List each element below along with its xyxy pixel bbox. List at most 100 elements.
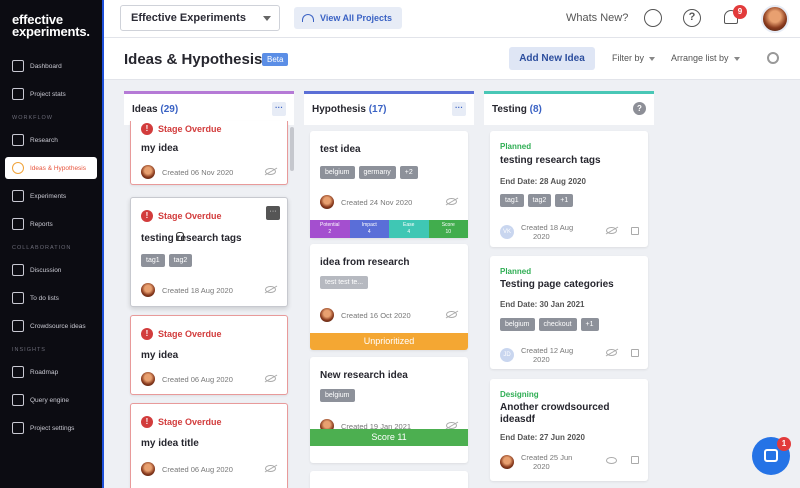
avatar (141, 165, 155, 179)
sidebar-item-ideas-hypothesis[interactable]: Ideas & Hypothesis (5, 157, 97, 179)
created-text: Created 18 Aug 2020 (162, 285, 233, 295)
section-insights: INSIGHTS (12, 347, 46, 353)
chat-icon (764, 449, 778, 462)
sidebar-item-label: Project settings (30, 424, 75, 432)
sidebar-item-roadmap[interactable]: Roadmap (0, 358, 102, 386)
created-text: Created 16 Oct 2020 (341, 310, 411, 320)
crowdsource-icon (12, 320, 24, 332)
sidebar-item-crowdsource[interactable]: Crowdsource ideas (0, 312, 102, 340)
brand-logo[interactable]: effective experiments. (0, 0, 102, 38)
warning-icon: ! (141, 210, 153, 222)
lock-icon[interactable] (631, 227, 639, 235)
caret-down-icon (649, 56, 656, 61)
hypothesis-card[interactable]: New research idea belgium Created 19 Jan… (310, 357, 468, 463)
hypothesis-card[interactable]: idea from research test test te... Creat… (310, 244, 468, 350)
tag-list: tag1 tag2 +1 (500, 194, 574, 207)
avatar (500, 455, 514, 469)
filter-by-dropdown[interactable]: Filter by (612, 53, 656, 63)
sidebar-item-query-engine[interactable]: Query engine (0, 386, 102, 414)
gear-icon[interactable] (767, 52, 779, 64)
score-bar: Score 11 (310, 429, 468, 446)
lock-icon[interactable] (631, 456, 639, 464)
add-new-idea-button[interactable]: Add New Idea (509, 47, 595, 70)
eye-slash-icon[interactable] (606, 227, 617, 234)
user-avatar[interactable] (761, 5, 789, 33)
created-text: Created 06 Aug 2020 (162, 374, 233, 384)
eye-slash-icon[interactable] (446, 422, 457, 429)
eye-slash-icon[interactable] (265, 375, 276, 382)
sidebar-item-experiments[interactable]: Experiments (0, 182, 102, 210)
idea-card[interactable]: ! Stage Overdue ··· testing research tags… (130, 197, 288, 307)
hypothesis-card[interactable] (310, 471, 468, 488)
created-year: 2020 (533, 462, 550, 471)
experiment-select[interactable]: Effective Experiments (120, 5, 280, 31)
column-title: Ideas (132, 104, 158, 115)
overdue-text: Stage Overdue (158, 211, 222, 221)
sidebar-item-label: To do lists (30, 294, 59, 302)
end-date: End Date: 28 Aug 2020 (500, 177, 586, 186)
view-all-projects-button[interactable]: View All Projects (294, 7, 402, 29)
status-label: Planned (500, 142, 532, 151)
sidebar-item-research[interactable]: Research (0, 126, 102, 154)
ideas-scrollbar[interactable] (290, 127, 294, 171)
card-title: my idea (141, 143, 179, 154)
sidebar-item-project-settings[interactable]: Project settings (0, 414, 102, 442)
card-title-line: ideasdf (500, 414, 536, 425)
created-text: Created 18 Aug (521, 223, 574, 232)
card-title: testing research tags (141, 233, 242, 244)
score-value: 4 (367, 229, 371, 235)
section-collaboration: COLLABORATION (12, 245, 72, 251)
overdue-text: Stage Overdue (158, 329, 222, 339)
eye-slash-icon[interactable] (265, 168, 276, 175)
created-text: Created 24 Nov 2020 (341, 197, 413, 207)
eye-slash-icon[interactable] (265, 286, 276, 293)
testing-card[interactable]: Planned Testing page categories End Date… (490, 256, 648, 369)
eye-icon[interactable] (606, 457, 617, 464)
card-menu-button[interactable]: ··· (266, 206, 280, 220)
research-icon (12, 134, 24, 146)
avatar (141, 372, 155, 386)
hypothesis-card[interactable]: test idea belgium germany +2 Created 24 … (310, 131, 468, 238)
overdue-text: Stage Overdue (158, 124, 222, 134)
eye-slash-icon[interactable] (446, 311, 457, 318)
created-text: Created 06 Nov 2020 (162, 167, 234, 177)
card-title: idea from research (320, 257, 410, 268)
card-created: Created 06 Aug 2020 (141, 462, 233, 476)
hypothesis-column-header: Hypothesis (17) ··· (304, 91, 474, 125)
sidebar-item-reports[interactable]: Reports (0, 210, 102, 238)
testing-card[interactable]: Designing Another crowdsourced ideasdf En… (490, 379, 648, 481)
lock-icon[interactable] (631, 349, 639, 357)
created-text: Created 25 Jun (521, 453, 573, 462)
avatar: JD (500, 348, 514, 362)
brand-line2: experiments. (12, 24, 90, 39)
idea-card[interactable]: ! Stage Overdue my idea Created 06 Aug 20… (130, 315, 288, 395)
stage-overdue-label: ! Stage Overdue (141, 210, 222, 222)
column-options-button[interactable]: ··· (272, 102, 286, 116)
sidebar-nav: Dashboard Project stats WORKFLOW Researc… (0, 52, 102, 442)
eye-slash-icon[interactable] (446, 198, 457, 205)
whats-new-link[interactable]: Whats New? (566, 12, 628, 24)
tag: tag2 (527, 194, 552, 207)
arrange-by-dropdown[interactable]: Arrange list by (671, 53, 740, 63)
idea-card[interactable]: ! Stage Overdue my idea title Created 06 … (130, 403, 288, 488)
caret-down-icon (733, 56, 740, 61)
column-count: (8) (529, 104, 542, 115)
column-options-button[interactable]: ··· (452, 102, 466, 116)
sidebar-item-discussion[interactable]: Discussion (0, 256, 102, 284)
compass-icon[interactable] (644, 9, 662, 27)
eye-slash-icon[interactable] (265, 465, 276, 472)
sidebar-item-dashboard[interactable]: Dashboard (0, 52, 102, 80)
sidebar-item-project-stats[interactable]: Project stats (0, 80, 102, 108)
arrange-label: Arrange list by (671, 53, 729, 63)
score-label: Impact (361, 222, 377, 228)
testing-card[interactable]: Planned testing research tags End Date: … (490, 131, 648, 247)
idea-card[interactable]: ! Stage Overdue my idea Created 06 Nov 20… (130, 121, 288, 185)
tag: belgium (320, 166, 355, 179)
help-icon[interactable]: ? (683, 9, 701, 27)
dashboard-icon (12, 60, 24, 72)
help-icon[interactable]: ? (633, 102, 646, 115)
sidebar-item-label: Reports (30, 220, 53, 228)
eye-slash-icon[interactable] (606, 349, 617, 356)
sidebar-item-todo[interactable]: To do lists (0, 284, 102, 312)
created-year: 2020 (533, 355, 550, 364)
